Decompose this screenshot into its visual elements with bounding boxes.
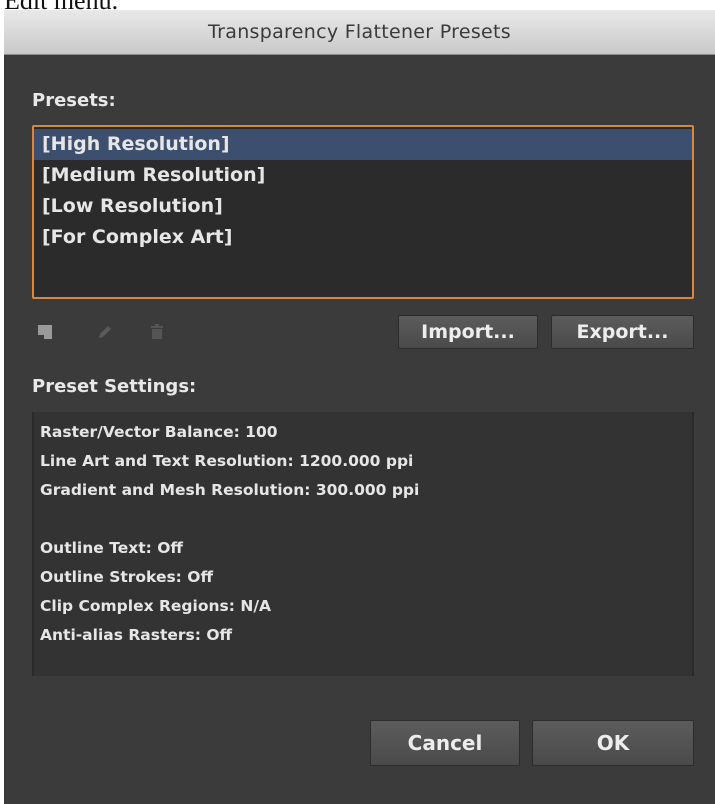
- setting-clip-complex-regions: Clip Complex Regions: N/A: [40, 597, 271, 615]
- setting-gradient-mesh-resolution: Gradient and Mesh Resolution: 300.000 pp…: [40, 481, 420, 499]
- import-button[interactable]: Import...: [398, 315, 538, 349]
- trash-icon[interactable]: [146, 321, 168, 343]
- preset-item-high-resolution[interactable]: [High Resolution]: [34, 129, 692, 160]
- preset-item-medium-resolution[interactable]: [Medium Resolution]: [34, 160, 692, 191]
- dialog-title: Transparency Flattener Presets: [4, 10, 715, 55]
- preset-item-low-resolution[interactable]: [Low Resolution]: [34, 191, 692, 222]
- export-button[interactable]: Export...: [551, 315, 694, 349]
- setting-raster-vector-balance: Raster/Vector Balance: 100: [40, 423, 278, 441]
- preset-item-for-complex-art[interactable]: [For Complex Art]: [34, 222, 692, 253]
- setting-outline-text: Outline Text: Off: [40, 539, 183, 557]
- preset-settings-label: Preset Settings:: [32, 376, 197, 397]
- cancel-button[interactable]: Cancel: [370, 720, 520, 766]
- setting-line-art-text-resolution: Line Art and Text Resolution: 1200.000 p…: [40, 452, 414, 470]
- settings-spacer: [34, 505, 692, 534]
- setting-outline-strokes: Outline Strokes: Off: [40, 568, 214, 586]
- presets-label: Presets:: [32, 90, 116, 111]
- presets-list[interactable]: [High Resolution] [Medium Resolution] [L…: [32, 125, 694, 299]
- ok-button[interactable]: OK: [532, 720, 694, 766]
- transparency-flattener-presets-dialog: Transparency Flattener Presets Presets: …: [4, 10, 715, 804]
- preset-settings-box: Raster/Vector Balance: 100 Line Art and …: [32, 412, 694, 676]
- setting-anti-alias-rasters: Anti-alias Rasters: Off: [40, 626, 233, 644]
- edit-pencil-icon[interactable]: [94, 321, 116, 343]
- new-preset-icon[interactable]: [34, 321, 56, 343]
